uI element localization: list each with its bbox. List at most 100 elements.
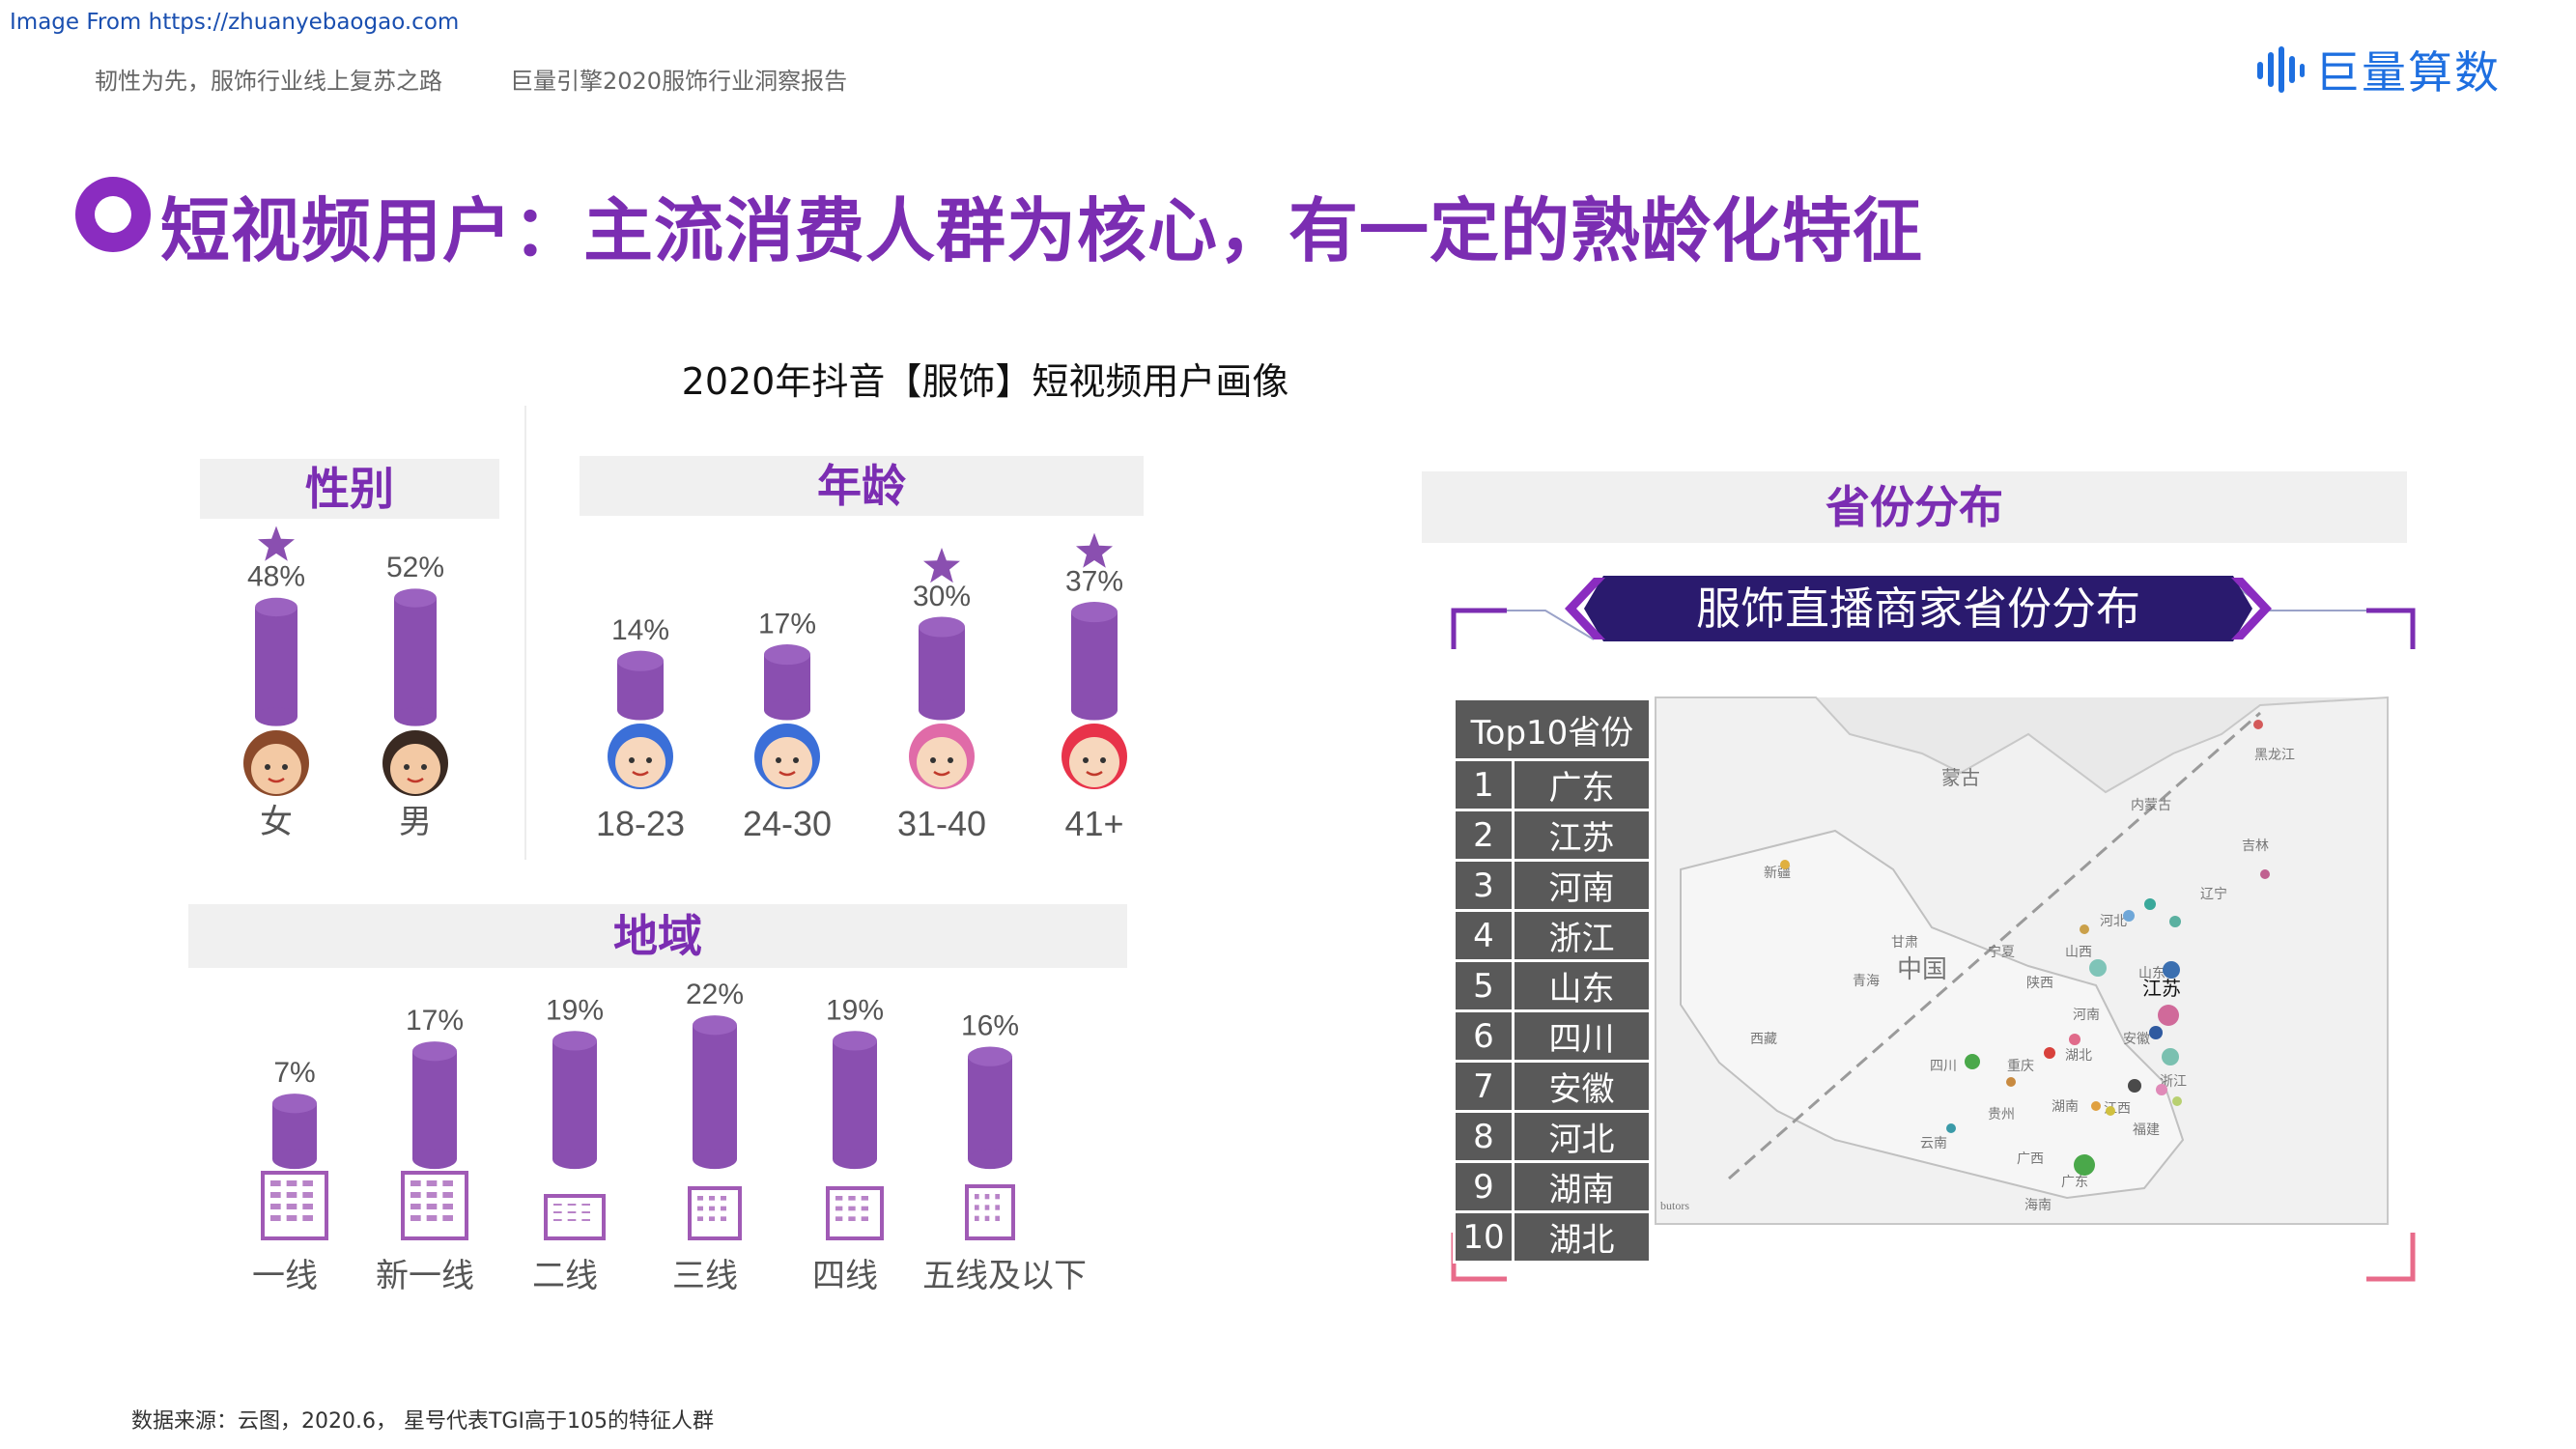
- map-label-16: 安徽: [2123, 1032, 2150, 1047]
- map-label-3: 内蒙古: [2131, 798, 2171, 813]
- map-dot-22: [2106, 1106, 2115, 1116]
- age-face-icon-3: [1062, 724, 1127, 789]
- top10-province-2: 江苏: [1512, 809, 1652, 862]
- gender-bar-1: [394, 588, 437, 726]
- top10-province-6: 四川: [1512, 1009, 1652, 1063]
- region-value-label-3: 22%: [686, 979, 744, 1010]
- top10-row: 2 江苏: [1453, 809, 1652, 862]
- age-category-label-3: 41+: [1064, 804, 1123, 843]
- region-category-label-2: 二线: [532, 1258, 598, 1294]
- map-dot-4: [2163, 961, 2180, 979]
- map-label-15: 河南: [2073, 1008, 2100, 1023]
- region-building-icon-3: [688, 1186, 742, 1240]
- top10-province-4: 浙江: [1512, 909, 1652, 962]
- top10-province-1: 广东: [1512, 758, 1652, 811]
- map-label-0: 蒙古: [1941, 767, 1980, 789]
- top10-rank-8: 8: [1453, 1110, 1514, 1163]
- top10-province-3: 河南: [1512, 859, 1652, 912]
- top10-rank-9: 9: [1453, 1160, 1514, 1213]
- frame-corner-br: [2366, 1233, 2416, 1282]
- region-bar-1: [412, 1041, 457, 1170]
- top10-row: 9 湖南: [1453, 1160, 1652, 1213]
- map-label-23: 湖南: [2052, 1099, 2079, 1115]
- frame-corner-tl: [1451, 608, 1507, 649]
- map-label-28: 福建: [2133, 1122, 2160, 1138]
- top10-rank-4: 4: [1453, 909, 1514, 962]
- region-bar-2: [552, 1031, 597, 1170]
- map-label-9: 山西: [2065, 945, 2092, 960]
- map-dot-13: [2156, 1084, 2167, 1095]
- region-value-label-2: 19%: [546, 994, 604, 1026]
- age-face-icon-0: [608, 724, 673, 789]
- map-label-30: butors: [1660, 1199, 1689, 1212]
- map-dot-20: [1780, 860, 1790, 869]
- region-chart: 7% 一线 17% 新一线 19% 二线 22% 三线 19% 四线 16% 五线及以下: [252, 979, 1087, 1294]
- map-label-5: 辽宁: [2200, 886, 2227, 902]
- gender-category-label-0: 女: [260, 804, 293, 840]
- map-label-8: 宁夏: [1988, 944, 2015, 960]
- top10-province-8: 河北: [1512, 1110, 1652, 1163]
- map-dot-9: [2069, 1034, 2081, 1045]
- region-category-label-1: 新一线: [376, 1258, 474, 1294]
- map-label-11: 青海: [1853, 974, 1880, 989]
- top10-row: 4 浙江: [1453, 909, 1652, 962]
- map-dot-8: [2149, 1026, 2163, 1039]
- map-dot-2: [2144, 898, 2156, 910]
- gender-bar-0: [255, 597, 297, 726]
- region-value-label-5: 16%: [961, 1010, 1019, 1042]
- map-dot-21: [2260, 869, 2270, 879]
- gender-category-label-1: 男: [399, 804, 432, 840]
- age-star-icon-2: [923, 548, 960, 583]
- age-category-label-1: 24-30: [743, 804, 832, 843]
- gender-value-label-0: 48%: [247, 560, 305, 592]
- footnote: 数据来源：云图，2020.6， 星号代表TGI高于105的特征人群: [131, 1409, 714, 1434]
- map-label-17: 西藏: [1750, 1032, 1777, 1047]
- top10-row: 8 河北: [1453, 1110, 1652, 1163]
- map-label-4: 吉林: [2242, 838, 2269, 854]
- province-map: [1655, 696, 2389, 1225]
- age-face-icon-2: [909, 724, 975, 789]
- map-label-25: 云南: [1920, 1136, 1947, 1151]
- age-bar-1: [764, 644, 810, 721]
- age-value-label-2: 30%: [913, 581, 971, 612]
- map-dot-14: [2172, 1096, 2182, 1106]
- age-value-label-1: 17%: [758, 609, 816, 640]
- age-category-label-0: 18-23: [596, 804, 685, 843]
- top10-province-10: 湖北: [1512, 1210, 1652, 1264]
- region-value-label-1: 17%: [406, 1005, 464, 1037]
- region-category-label-0: 一线: [252, 1258, 318, 1294]
- map-dot-18: [2074, 1154, 2095, 1176]
- region-bar-4: [833, 1031, 877, 1170]
- top10-rank-6: 6: [1453, 1009, 1514, 1063]
- gender-face-icon-1: [382, 730, 448, 796]
- map-dot-0: [2253, 720, 2263, 729]
- region-building-icon-5: [965, 1184, 1015, 1240]
- top10-rank-3: 3: [1453, 859, 1514, 912]
- gender-value-label-1: 52%: [386, 552, 444, 583]
- age-bar-3: [1071, 602, 1118, 721]
- age-star-icon-3: [1076, 532, 1113, 568]
- top10-province-9: 湖南: [1512, 1160, 1652, 1213]
- top10-rank-5: 5: [1453, 959, 1514, 1012]
- gender-chart: 48% 女 52% 男: [243, 526, 448, 840]
- region-building-icon-0: [261, 1171, 328, 1240]
- age-chart: 14% 18-23 17% 24-30 30% 31-40 37% 41+: [596, 532, 1127, 843]
- top10-row: 3 河南: [1453, 859, 1652, 912]
- region-value-label-4: 19%: [826, 994, 884, 1026]
- map-dot-5: [2080, 924, 2089, 934]
- map-dot-19: [2091, 1101, 2101, 1111]
- age-face-icon-1: [754, 724, 820, 789]
- map-label-1: 中国: [1897, 955, 1947, 983]
- region-category-label-5: 五线及以下: [922, 1258, 1087, 1294]
- map-label-19: 重庆: [2007, 1059, 2034, 1074]
- map-dot-10: [2044, 1047, 2055, 1059]
- age-value-label-0: 14%: [611, 614, 669, 646]
- gender-star-icon-0: [258, 526, 295, 561]
- frame-corner-tr: [2366, 608, 2416, 649]
- top10-row: 5 山东: [1453, 959, 1652, 1012]
- region-bar-5: [968, 1046, 1012, 1170]
- charts-canvas: 48%女52%男 14%18-2317%24-3030%31-4037%41+ …: [243, 526, 2416, 1294]
- region-building-icon-4: [826, 1186, 884, 1240]
- top10-row: 6 四川: [1453, 1009, 1652, 1063]
- top10-row: 1 广东: [1453, 758, 1652, 811]
